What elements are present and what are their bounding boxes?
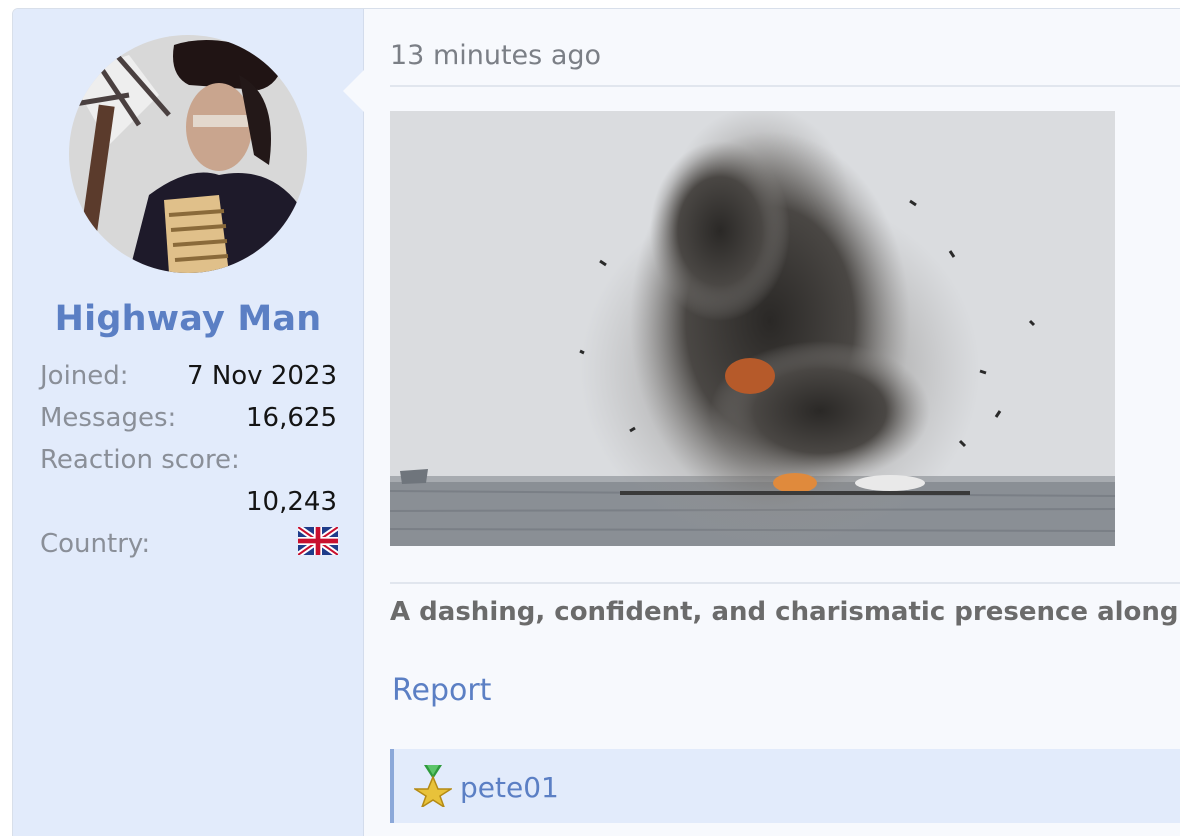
joined-label: Joined: — [40, 361, 129, 391]
award-icon — [412, 765, 454, 809]
reaction-user-link[interactable]: pete01 — [460, 771, 559, 804]
speech-arrow — [343, 69, 365, 113]
user-panel: Highway Man Joined: 7 Nov 2023 Messages:… — [13, 9, 364, 836]
page: Highway Man Joined: 7 Nov 2023 Messages:… — [0, 0, 1180, 836]
uk-flag-icon — [296, 524, 340, 558]
reactions-bar[interactable]: pete01 — [390, 749, 1180, 823]
messages-row: Messages: 16,625 — [40, 403, 337, 433]
joined-value: 7 Nov 2023 — [187, 361, 337, 391]
avatar-photo — [69, 35, 307, 273]
post-body: 13 minutes ago A dashing, confident, and… — [364, 9, 1180, 836]
explosion-photo — [390, 111, 1115, 546]
username[interactable]: Highway Man — [13, 299, 363, 339]
signature: A dashing, confident, and charismatic pr… — [390, 597, 1180, 627]
messages-label: Messages: — [40, 403, 177, 433]
joined-row: Joined: 7 Nov 2023 — [40, 361, 337, 391]
country-label: Country: — [40, 529, 151, 559]
report-link[interactable]: Report — [392, 673, 491, 708]
country-row: Country: — [40, 529, 337, 559]
forum-post: Highway Man Joined: 7 Nov 2023 Messages:… — [12, 8, 1180, 836]
reaction-score-row: Reaction score: — [40, 445, 337, 475]
reaction-score-label: Reaction score: — [40, 445, 240, 475]
avatar[interactable] — [69, 35, 307, 273]
post-image[interactable] — [390, 111, 1115, 546]
post-timestamp[interactable]: 13 minutes ago — [390, 40, 601, 71]
divider — [390, 85, 1180, 87]
divider — [390, 582, 1180, 584]
reaction-score-value: 10,243 — [246, 487, 337, 517]
messages-value: 16,625 — [246, 403, 337, 433]
